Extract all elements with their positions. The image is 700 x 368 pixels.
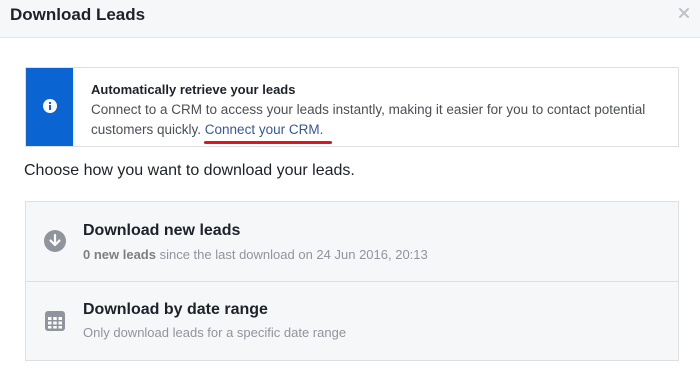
dialog-header: Download Leads (0, 0, 700, 38)
option-title: Download new leads (83, 222, 241, 239)
download-options-list: Download new leads 0 new leads since the… (25, 201, 679, 361)
download-new-leads-option[interactable]: Download new leads 0 new leads since the… (26, 202, 678, 282)
info-icon (43, 99, 57, 113)
option-title: Download by date range (83, 301, 268, 318)
download-leads-dialog: Download Leads Automatically retrieve yo… (0, 0, 700, 368)
info-strip (26, 68, 73, 146)
crm-info-banner: Automatically retrieve your leads Connec… (25, 67, 679, 147)
last-download-info: since the last download on 24 Jun 2016, … (155, 247, 428, 262)
info-link-suffix: . (319, 122, 324, 137)
info-heading: Automatically retrieve your leads (91, 82, 296, 97)
dialog-title: Download Leads (10, 5, 146, 24)
download-arrow-icon (44, 230, 66, 252)
calendar-icon (45, 311, 65, 331)
option-subtitle: Only download leads for a specific date … (83, 325, 347, 340)
option-subtitle: 0 new leads since the last download on 2… (83, 247, 428, 262)
new-leads-count: 0 new leads (83, 247, 156, 262)
red-underline-annotation (204, 141, 332, 144)
download-prompt: Choose how you want to download your lea… (24, 162, 355, 179)
info-text: Connect to a CRM to access your leads in… (91, 100, 671, 140)
info-body: Connect to a CRM to access your leads in… (91, 102, 646, 137)
download-by-date-range-option[interactable]: Download by date range Only download lea… (26, 282, 678, 361)
close-icon[interactable] (676, 5, 692, 21)
connect-crm-link[interactable]: Connect your CRM (205, 122, 320, 137)
